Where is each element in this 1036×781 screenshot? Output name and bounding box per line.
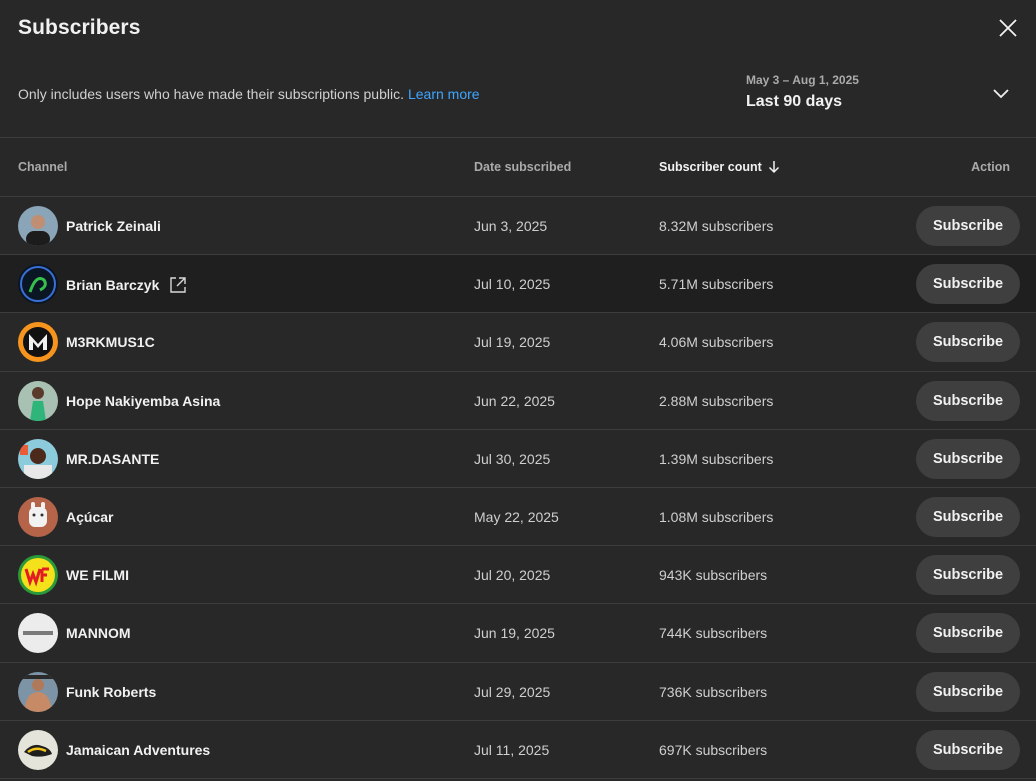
subscriber-count: 2.88M subscribers [659, 392, 774, 409]
channel-name[interactable]: Brian Barczyk [66, 276, 187, 294]
learn-more-link[interactable]: Learn more [408, 86, 480, 102]
channel-name-text: WE FILMI [66, 567, 129, 584]
date-subscribed: Jul 30, 2025 [474, 450, 551, 467]
table-row: M3RKMUS1C Jul 19, 2025 4.06M subscribers… [0, 313, 1036, 372]
channel-name-text: MANNOM [66, 625, 131, 642]
channel-name[interactable]: M3RKMUS1C [66, 334, 155, 350]
channel-name[interactable]: Açúcar [66, 509, 113, 525]
channel-name-text: MR.DASANTE [66, 450, 160, 467]
date-range-label: Last 90 days [746, 93, 843, 110]
channel-name-text: Funk Roberts [66, 683, 157, 700]
date-subscribed: Jun 19, 2025 [474, 625, 555, 642]
subscribe-button[interactable]: Subscribe [916, 438, 1020, 479]
subscriber-count: 1.08M subscribers [659, 508, 774, 525]
chevron-down-icon [993, 89, 1009, 99]
avatar[interactable] [18, 555, 58, 596]
date-subscribed: Jul 29, 2025 [474, 683, 551, 700]
subscribe-button[interactable]: Subscribe [916, 496, 1020, 537]
table-row: Jamaican Adventures Jul 11, 2025 697K su… [0, 721, 1036, 779]
date-subscribed: Jul 20, 2025 [474, 567, 551, 584]
public-subscriptions-note: Only includes users who have made their … [18, 86, 480, 102]
close-button[interactable] [992, 12, 1024, 44]
column-header-action: Action [971, 160, 1010, 174]
channel-name-text: Açúcar [66, 508, 114, 525]
subscribe-button[interactable]: Subscribe [916, 206, 1020, 246]
subscribers-dialog: Subscribers Only includes users who have… [0, 0, 1036, 781]
subscribe-button[interactable]: Subscribe [916, 613, 1020, 654]
avatar[interactable] [18, 671, 58, 712]
channel-name[interactable]: MR.DASANTE [66, 451, 159, 467]
avatar[interactable] [18, 264, 58, 305]
table-row: Brian Barczyk Jul 10, 2025 5.71M subscri… [0, 255, 1036, 314]
subscribe-button[interactable]: Subscribe [916, 380, 1020, 421]
channel-name[interactable]: MANNOM [66, 625, 131, 641]
channel-name-text: M3RKMUS1C [66, 334, 155, 351]
subscribe-button[interactable]: Subscribe [916, 555, 1020, 596]
arrow-down-icon [768, 161, 779, 174]
date-subscribed: Jul 10, 2025 [474, 276, 551, 293]
channel-name-text: Patrick Zeinali [66, 218, 161, 234]
note-text: Only includes users who have made their … [18, 86, 404, 102]
table-row: Hope Nakiyemba Asina Jun 22, 2025 2.88M … [0, 372, 1036, 430]
avatar[interactable] [18, 206, 58, 246]
column-header-subscriber-count-label: Subscriber count [659, 160, 762, 174]
table-row: WE FILMI Jul 20, 2025 943K subscribers S… [0, 546, 1036, 605]
dialog-title: Subscribers [18, 16, 141, 39]
subscriber-count: 1.39M subscribers [659, 450, 774, 467]
channel-name-text: Hope Nakiyemba Asina [66, 392, 221, 409]
date-subscribed: Jul 11, 2025 [474, 741, 550, 758]
column-header-channel: Channel [18, 160, 68, 174]
subscribe-button[interactable]: Subscribe [916, 264, 1020, 305]
subscribe-button[interactable]: Subscribe [916, 729, 1020, 770]
channel-name[interactable]: Funk Roberts [66, 684, 156, 700]
channel-name[interactable]: Patrick Zeinali [66, 218, 161, 234]
channel-name[interactable]: Jamaican Adventures [66, 742, 210, 758]
date-subscribed: Jun 3, 2025 [474, 218, 548, 234]
subscribe-button[interactable]: Subscribe [916, 671, 1020, 712]
channel-name[interactable]: Hope Nakiyemba Asina [66, 393, 220, 409]
column-header-subscriber-count[interactable]: Subscriber count [659, 160, 780, 174]
date-subscribed: May 22, 2025 [474, 508, 559, 525]
avatar[interactable] [18, 496, 58, 537]
table-row: MR.DASANTE Jul 30, 2025 1.39M subscriber… [0, 430, 1036, 488]
subscriber-count: 736K subscribers [659, 683, 768, 700]
avatar[interactable] [18, 613, 58, 654]
subscriber-count: 8.32M subscribers [659, 218, 774, 234]
header-divider [0, 137, 1036, 138]
table-row: Patrick Zeinali Jun 3, 2025 8.32M subscr… [0, 197, 1036, 256]
date-subscribed: Jul 19, 2025 [474, 334, 551, 351]
avatar[interactable] [18, 729, 58, 770]
channel-name[interactable]: WE FILMI [66, 567, 129, 583]
table-row: Açúcar May 22, 2025 1.08M subscribers Su… [0, 488, 1036, 547]
subscribe-button[interactable]: Subscribe [916, 322, 1020, 363]
subscriber-count: 4.06M subscribers [659, 334, 774, 351]
subscriber-count: 943K subscribers [659, 567, 768, 584]
subscriber-count: 744K subscribers [659, 625, 768, 642]
avatar[interactable] [18, 438, 58, 479]
subscriber-count: 697K subscribers [659, 741, 768, 758]
date-subscribed: Jun 22, 2025 [474, 392, 555, 409]
channel-name-text: Jamaican Adventures [66, 741, 211, 758]
subscriber-list: Patrick Zeinali Jun 3, 2025 8.32M subscr… [0, 197, 1036, 779]
table-row: Funk Roberts Jul 29, 2025 736K subscribe… [0, 663, 1036, 721]
subscriber-count: 5.71M subscribers [659, 276, 774, 293]
external-link-icon[interactable] [169, 276, 187, 294]
table-row: MANNOM Jun 19, 2025 744K subscribers Sub… [0, 604, 1036, 663]
date-range-dropdown[interactable]: May 3 – Aug 1, 2025 Last 90 days [746, 73, 1026, 119]
avatar[interactable] [18, 322, 58, 363]
avatar[interactable] [18, 380, 58, 421]
date-range-dates: May 3 – Aug 1, 2025 [746, 73, 859, 87]
column-header-date[interactable]: Date subscribed [474, 160, 571, 174]
channel-name-text: Brian Barczyk [66, 277, 160, 294]
close-icon [999, 19, 1017, 37]
